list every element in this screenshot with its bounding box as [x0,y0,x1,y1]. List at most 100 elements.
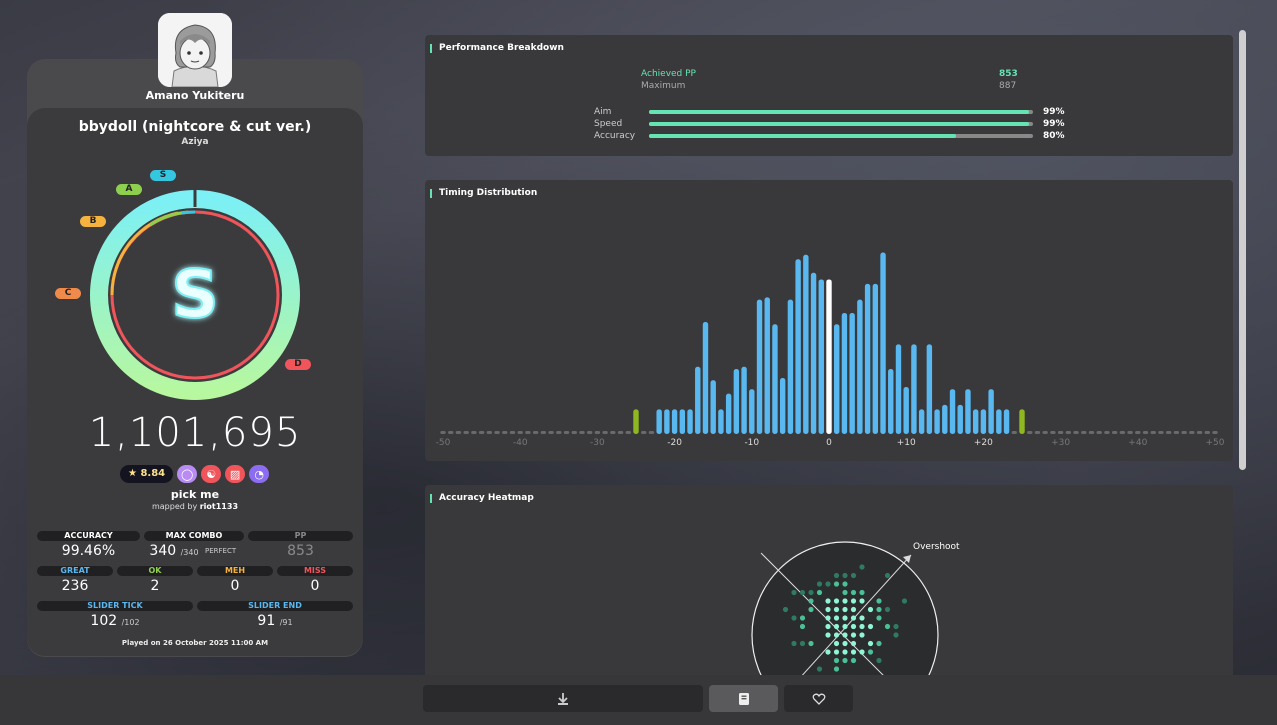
heatmap-dot [833,666,840,672]
played-date: Played on 26 October 2025 11:00 AM [121,639,269,647]
heatmap-dot [791,589,797,596]
heatmap-dot [799,623,806,630]
timing-baseline-dot [1088,431,1095,434]
scrollbar[interactable] [1239,30,1246,470]
timing-tick-label: +20 [974,438,993,448]
heatmap-dot [833,623,840,630]
timing-bar [864,283,871,434]
timing-baseline-dot [1142,431,1149,434]
timing-baseline-dot [1196,431,1203,434]
timing-baseline-dot [1057,431,1064,434]
beatmap-info-button[interactable] [709,685,778,712]
mod-hidden-icon[interactable]: ◯ [177,465,198,483]
heatmap-dot [867,649,874,655]
star-rating-badge[interactable]: ★ 8.84 [120,465,174,483]
timing-tick-label: +50 [1206,438,1225,448]
timing-chart: -50 -40 -30 -20 -10 0 +10 +20 +30 +40 +50 [436,252,1225,448]
slider-tick-value: 102 /102 [90,613,140,629]
timing-bar [1003,409,1010,434]
heatmap-dot [876,615,882,621]
timing-baseline-dot [594,431,601,434]
miss-label: MISS [277,566,353,576]
favorite-button[interactable] [784,685,853,712]
heatmap-dot [842,572,848,579]
heatmap-dot [850,649,857,655]
heatmap-dot [833,598,840,604]
timing-baseline-dot [641,431,647,434]
timing-baseline-dot [548,431,554,434]
timing-tick-label: 0 [826,438,832,448]
heatmap-dot [842,615,848,621]
heatmap-dot [859,632,865,638]
timing-bar [710,380,716,434]
heatmap-dot [850,615,857,621]
accuracy-label: ACCURACY [37,531,140,541]
heatmap-dot [850,598,857,604]
timing-bar [764,297,770,434]
avatar[interactable] [158,13,232,87]
heatmap-dot [893,623,899,630]
difficulty-name: pick me [170,488,220,501]
heatmap-dot [799,589,806,596]
timing-bar [695,366,701,434]
maximum-pp-value: 887 [999,81,1017,91]
mod-rate-icon[interactable]: ◔ [249,465,270,483]
heatmap-dot [782,606,789,613]
timing-baseline-dot [617,431,624,434]
download-replay-button[interactable] [423,685,703,712]
timing-bar [756,299,763,434]
mod-hardrock-icon[interactable]: ▨ [225,465,246,483]
timing-bar [687,409,693,434]
heatmap-dot [859,589,865,596]
accuracy-bar [649,134,1033,138]
mapper-name[interactable]: riot1133 [200,502,238,511]
timing-baseline-dot [1104,431,1110,434]
heatmap-dot [884,572,891,579]
slider-end-value: 91 /91 [257,613,293,629]
timing-baseline-dot [1096,431,1102,434]
meh-value: 0 [230,578,240,594]
heatmap-dot [825,598,831,604]
heatmap-dot [850,623,857,630]
timing-baseline-dot [1127,431,1133,434]
timing-tick-label: -40 [513,438,528,448]
timing-bar [888,369,894,434]
mod-nightcore-icon[interactable]: ☯ [201,465,222,483]
heatmap-dot [867,640,874,647]
timing-bar [803,254,809,434]
timing-baseline-dot [1081,431,1087,434]
timing-baseline-dot [1212,431,1218,434]
timing-baseline-dot [1065,431,1072,434]
timing-bar [818,279,824,434]
timing-bar [702,322,709,434]
timing-baseline-dot [586,431,593,434]
ok-value: 2 [150,578,160,594]
timing-bar [980,409,987,434]
timing-baseline-dot [525,431,531,434]
heatmap-dot [842,649,848,655]
heatmap-dot [816,666,823,672]
heatmap-dot [833,615,840,621]
heatmap-dot [842,640,848,647]
heatmap-dot [884,606,891,613]
timing-baseline-dot [463,431,469,434]
heatmap-dot [876,606,882,613]
timing-bar [957,404,963,434]
speed-bar [649,122,1033,126]
timing-tick-label: -10 [744,438,759,448]
heatmap-dot [876,598,882,604]
heatmap-dot [842,632,848,638]
heatmap-dot [825,615,831,621]
username[interactable]: Amano Yukiteru [100,89,290,102]
accuracy-value: 99.46% [61,543,116,559]
heatmap-dot [859,598,865,604]
heatmap-dot [859,615,865,621]
heatmap-dot [850,632,857,638]
timing-bar [972,409,979,434]
timing-baseline-dot [1073,431,1079,434]
timing-baseline-dot [502,431,508,434]
timing-bar [834,324,840,434]
timing-baseline-dot [455,431,462,434]
heatmap-dot [791,615,797,621]
timing-baseline-dot [478,431,485,434]
